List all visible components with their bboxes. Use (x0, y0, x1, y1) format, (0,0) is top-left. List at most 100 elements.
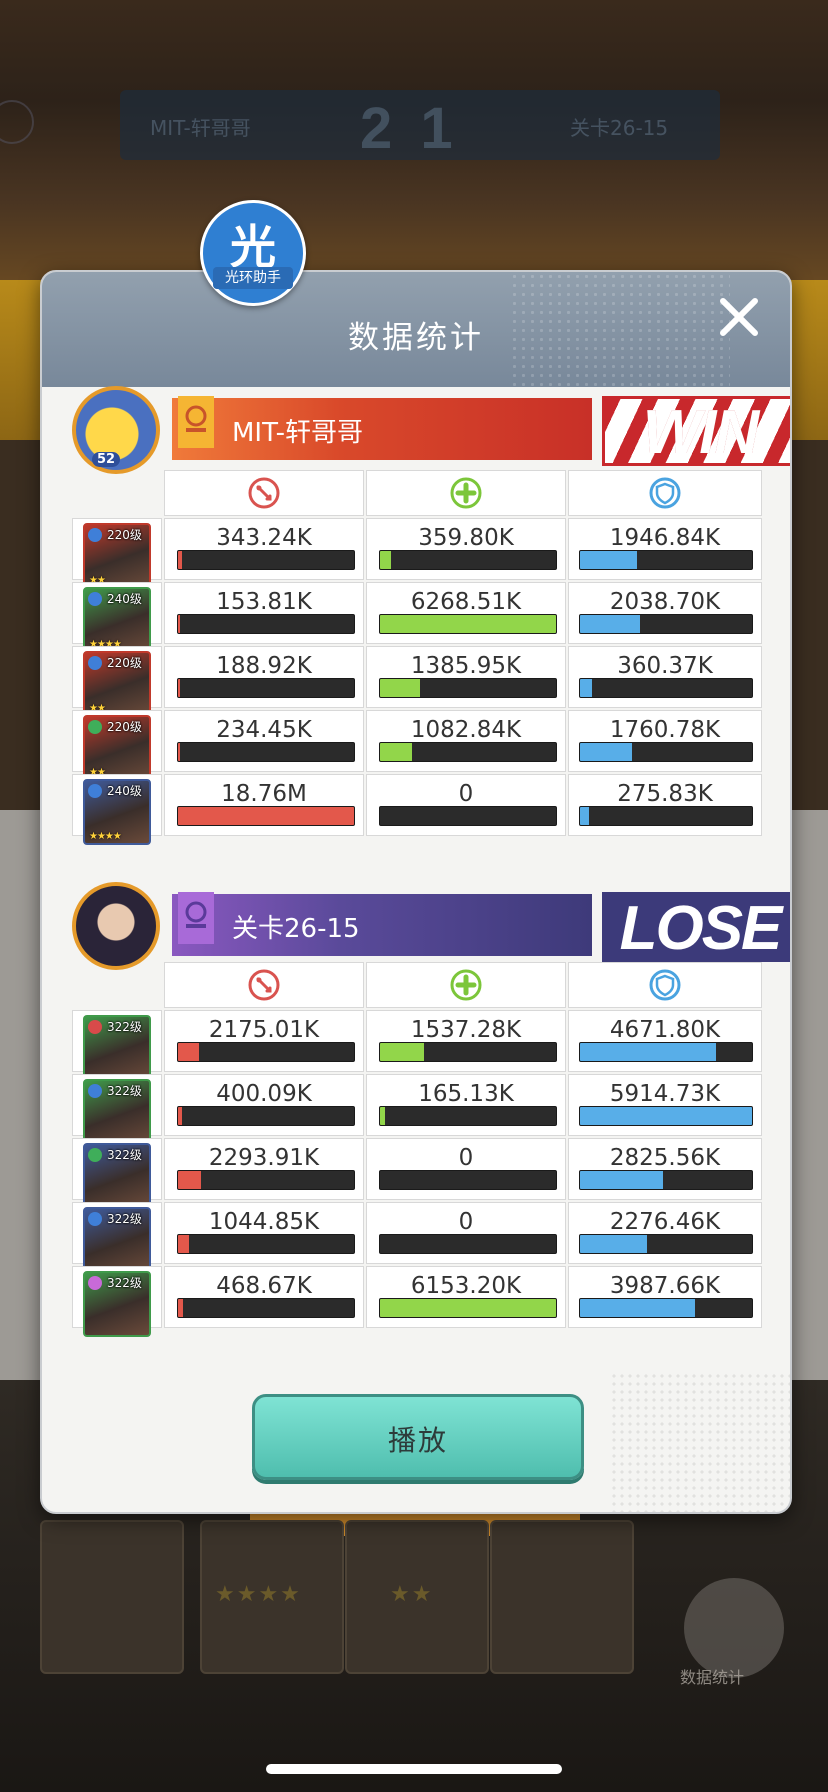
stats-header-row (72, 470, 762, 516)
damage-cell: 188.92K (164, 646, 364, 708)
damage-taken-bar (579, 806, 753, 826)
damage-taken-bar-fill (580, 743, 632, 761)
team-name: 关卡26-15 (232, 914, 360, 944)
healing-bar (379, 550, 557, 570)
damage-value: 1044.85K (208, 1209, 320, 1235)
healing-value: 359.80K (418, 525, 514, 551)
damage-taken-cell: 2038.70K (568, 582, 762, 644)
damage-bar-fill (178, 743, 180, 761)
damage-bar (177, 1170, 355, 1190)
hero-portrait[interactable]: 240级 ★★★★ (83, 779, 151, 845)
column-header-damage_taken (568, 962, 762, 1008)
hero-portrait[interactable]: 322级 (83, 1143, 151, 1209)
element-gem-icon (88, 720, 102, 734)
damage-bar (177, 614, 355, 634)
hero-portrait[interactable]: 322级 (83, 1271, 151, 1337)
hero-portrait[interactable]: 240级 ★★★★ (83, 587, 151, 653)
hero-portrait[interactable]: 322级 (83, 1207, 151, 1273)
hero-cell: 322级 (72, 1266, 162, 1337)
healing-bar-fill (380, 1043, 424, 1061)
column-header-damage_taken (568, 470, 762, 516)
healing-bar (379, 742, 557, 762)
hero-portrait[interactable]: 220级 ★★ (83, 523, 151, 589)
damage-taken-bar-fill (580, 807, 589, 825)
hero-cell: 220级 ★★ (72, 710, 162, 781)
damage-taken-bar-fill (580, 1107, 752, 1125)
hero-cell: 322级 (72, 1202, 162, 1273)
damage-value: 2175.01K (208, 1017, 320, 1043)
hero-level: 220级 (107, 720, 142, 734)
damage-taken-value: 5914.73K (609, 1081, 721, 1107)
damage-taken-value: 4671.80K (609, 1017, 721, 1043)
healing-cell: 1537.28K (366, 1010, 566, 1072)
damage-taken-value: 360.37K (617, 653, 713, 679)
hero-level: 220级 (107, 528, 142, 542)
healing-bar (379, 614, 557, 634)
damage-taken-cell: 1760.78K (568, 710, 762, 772)
element-gem-icon (88, 1084, 102, 1098)
hero-cell: 240级 ★★★★ (72, 582, 162, 653)
element-gem-icon (88, 1212, 102, 1226)
hero-portrait[interactable]: 220级 ★★ (83, 715, 151, 781)
damage-bar (177, 1298, 355, 1318)
hero-cell: 322级 (72, 1138, 162, 1209)
damage-taken-value: 3987.66K (609, 1273, 721, 1299)
hero-level: 322级 (107, 1148, 142, 1162)
damage-taken-cell: 1946.84K (568, 518, 762, 580)
hero-stat-row: 220级 ★★ 188.92K 1385.95K 360.37K (72, 646, 762, 717)
star-icon: ★★★★ (215, 1582, 302, 1607)
damage-taken-cell: 275.83K (568, 774, 762, 836)
hero-stat-row: 220级 ★★ 234.45K 1082.84K 1760.78K (72, 710, 762, 781)
healing-value: 6153.20K (410, 1273, 522, 1299)
element-gem-icon (88, 1148, 102, 1162)
damage-value: 468.67K (216, 1273, 312, 1299)
hero-portrait[interactable]: 322级 (83, 1079, 151, 1145)
helper-badge[interactable]: 光 光环助手 (200, 200, 306, 306)
team-name: MIT-轩哥哥 (232, 418, 363, 448)
damage-taken-value: 275.83K (617, 781, 713, 807)
team-banner-winner: MIT-轩哥哥 WIN 52 (72, 386, 790, 474)
hero-cell: 322级 (72, 1074, 162, 1145)
hero-stat-row: 240级 ★★★★ 153.81K 6268.51K 2038.70K (72, 582, 762, 653)
damage-value: 2293.91K (208, 1145, 320, 1171)
avatar-level: 52 (92, 452, 121, 467)
damage-icon (247, 968, 281, 1002)
hero-portrait[interactable]: 322级 (83, 1015, 151, 1081)
damage-taken-bar (579, 1298, 753, 1318)
healing-bar-fill (380, 1107, 386, 1125)
healing-cell: 6153.20K (366, 1266, 566, 1328)
play-button[interactable]: 播放 (252, 1394, 584, 1480)
element-gem-icon (88, 784, 102, 798)
damage-cell: 18.76M (164, 774, 364, 836)
element-gem-icon (88, 528, 102, 542)
hero-stat-row: 322级 2293.91K 0 2825.56K (72, 1138, 762, 1209)
column-header-damage (164, 470, 364, 516)
stats-header-row (72, 962, 762, 1008)
close-button[interactable] (714, 292, 764, 342)
healing-bar-fill (380, 1299, 556, 1317)
damage-value: 188.92K (216, 653, 312, 679)
background-card (40, 1520, 184, 1674)
play-button-label: 播放 (387, 1424, 448, 1457)
healing-value: 1082.84K (410, 717, 522, 743)
damage-taken-value: 2038.70K (609, 589, 721, 615)
healing-bar (379, 1106, 557, 1126)
background-card (490, 1520, 634, 1674)
damage-bar-fill (178, 1299, 184, 1317)
damage-value: 153.81K (216, 589, 312, 615)
stats-button (684, 1578, 784, 1678)
damage-taken-cell: 2825.56K (568, 1138, 762, 1200)
hero-level: 322级 (107, 1276, 142, 1290)
background-score: 2 1 (360, 96, 459, 161)
damage-taken-value: 1760.78K (609, 717, 721, 743)
column-header-damage (164, 962, 364, 1008)
damage-cell: 468.67K (164, 1266, 364, 1328)
damage-taken-bar (579, 550, 753, 570)
hero-stat-row: 322级 400.09K 165.13K 5914.73K (72, 1074, 762, 1145)
healing-cell: 0 (366, 1202, 566, 1264)
hero-cell: 240级 ★★★★ (72, 774, 162, 845)
home-indicator[interactable] (266, 1764, 562, 1774)
hero-portrait[interactable]: 220级 ★★ (83, 651, 151, 717)
damage-bar (177, 1106, 355, 1126)
healing-value: 0 (458, 1209, 474, 1235)
